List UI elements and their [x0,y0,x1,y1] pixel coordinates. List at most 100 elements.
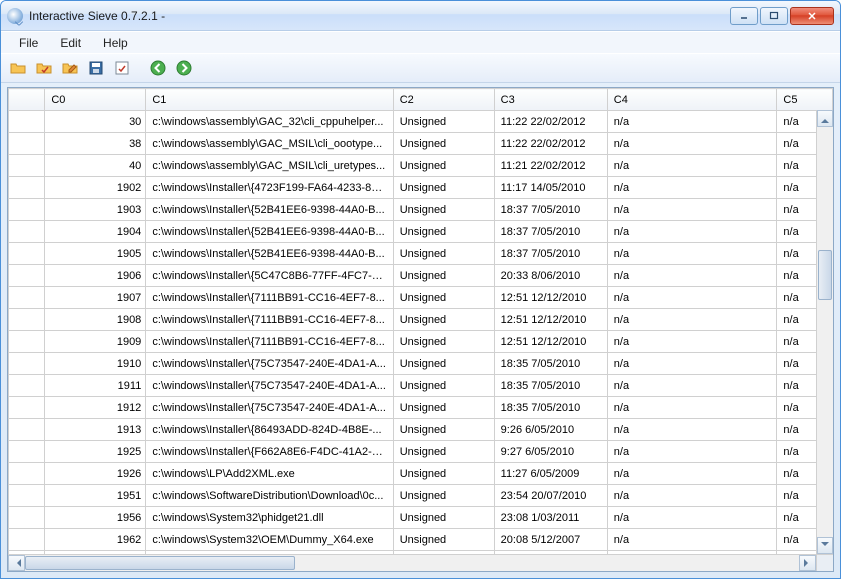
cell-c2[interactable]: Unsigned [393,309,494,331]
cell-c0[interactable]: 30 [45,111,146,133]
cell-c2[interactable]: Unsigned [393,133,494,155]
cell-c0[interactable]: 40 [45,155,146,177]
table-row[interactable]: 1911c:\windows\Installer\{75C73547-240E-… [9,375,833,397]
menu-edit[interactable]: Edit [50,34,91,52]
cell-c3[interactable]: 23:08 1/03/2011 [494,507,607,529]
row-header-cell[interactable] [9,111,45,133]
cell-c1[interactable]: c:\windows\Installer\{4723F199-FA64-4233… [146,177,393,199]
cell-c2[interactable]: Unsigned [393,287,494,309]
cell-c3[interactable]: 23:54 20/07/2010 [494,485,607,507]
cell-c0[interactable]: 1925 [45,441,146,463]
cell-c3[interactable]: 18:37 7/05/2010 [494,221,607,243]
table-row[interactable]: 1956c:\windows\System32\phidget21.dllUns… [9,507,833,529]
cell-c2[interactable]: Unsigned [393,397,494,419]
folder-check-button[interactable] [33,57,55,79]
row-header-cell[interactable] [9,199,45,221]
scroll-up-button[interactable] [817,110,833,127]
cell-c2[interactable]: Unsigned [393,265,494,287]
col-header-c1[interactable]: C1 [146,89,393,111]
cell-c1[interactable]: c:\windows\Installer\{52B41EE6-9398-44A0… [146,199,393,221]
cell-c2[interactable]: Unsigned [393,463,494,485]
cell-c3[interactable]: 12:51 12/12/2010 [494,309,607,331]
cell-c3[interactable]: 20:33 8/06/2010 [494,265,607,287]
menu-file[interactable]: File [9,34,48,52]
row-header-cell[interactable] [9,529,45,551]
table-row[interactable]: 1925c:\windows\Installer\{F662A8E6-F4DC-… [9,441,833,463]
cell-c1[interactable]: c:\windows\SoftwareDistribution\Download… [146,485,393,507]
row-header-cell[interactable] [9,375,45,397]
table-row[interactable]: 1913c:\windows\Installer\{86493ADD-824D-… [9,419,833,441]
row-header-cell[interactable] [9,507,45,529]
vertical-scrollbar[interactable] [816,110,833,554]
row-header-cell[interactable] [9,419,45,441]
row-header-cell[interactable] [9,397,45,419]
cell-c3[interactable]: 11:22 22/02/2012 [494,133,607,155]
cell-c1[interactable]: c:\windows\System32\phidget21.dll [146,507,393,529]
col-header-c2[interactable]: C2 [393,89,494,111]
vertical-scroll-thumb[interactable] [818,250,832,300]
row-header-cell[interactable] [9,309,45,331]
cell-c1[interactable]: c:\windows\assembly\GAC_MSIL\cli_oootype… [146,133,393,155]
cell-c2[interactable]: Unsigned [393,419,494,441]
row-header-cell[interactable] [9,441,45,463]
cell-c4[interactable]: n/a [607,155,777,177]
cell-c1[interactable]: c:\windows\Installer\{7111BB91-CC16-4EF7… [146,309,393,331]
table-row[interactable]: 1908c:\windows\Installer\{7111BB91-CC16-… [9,309,833,331]
cell-c3[interactable]: 9:27 6/05/2010 [494,441,607,463]
cell-c4[interactable]: n/a [607,309,777,331]
cell-c1[interactable]: c:\windows\Installer\{86493ADD-824D-4B8E… [146,419,393,441]
horizontal-scrollbar[interactable] [8,554,833,571]
cell-c4[interactable]: n/a [607,485,777,507]
cell-c4[interactable]: n/a [607,375,777,397]
cell-c0[interactable]: 1913 [45,419,146,441]
cell-c4[interactable]: n/a [607,419,777,441]
row-header-cell[interactable] [9,177,45,199]
cell-c0[interactable]: 1951 [45,485,146,507]
cell-c1[interactable]: c:\windows\Installer\{52B41EE6-9398-44A0… [146,221,393,243]
row-header-cell[interactable] [9,243,45,265]
row-header-cell[interactable] [9,331,45,353]
cell-c4[interactable]: n/a [607,243,777,265]
table-row[interactable]: 1907c:\windows\Installer\{7111BB91-CC16-… [9,287,833,309]
cell-c2[interactable]: Unsigned [393,353,494,375]
cell-c3[interactable]: 18:35 7/05/2010 [494,375,607,397]
cell-c1[interactable]: c:\windows\Installer\{75C73547-240E-4DA1… [146,353,393,375]
titlebar[interactable]: Interactive Sieve 0.7.2.1 - [1,1,840,31]
open-folder-button[interactable] [7,57,29,79]
row-header-cell[interactable] [9,155,45,177]
cell-c4[interactable]: n/a [607,353,777,375]
cell-c2[interactable]: Unsigned [393,331,494,353]
cell-c4[interactable]: n/a [607,199,777,221]
col-header-c5[interactable]: C5 [777,89,833,111]
folder-edit-button[interactable] [59,57,81,79]
table-row[interactable]: 1909c:\windows\Installer\{7111BB91-CC16-… [9,331,833,353]
cell-c4[interactable]: n/a [607,177,777,199]
cell-c3[interactable]: 11:27 6/05/2009 [494,463,607,485]
minimize-button[interactable] [730,7,758,25]
cell-c4[interactable]: n/a [607,507,777,529]
col-header-rowhdr[interactable] [9,89,45,111]
cell-c3[interactable]: 18:37 7/05/2010 [494,243,607,265]
cell-c3[interactable]: 12:51 12/12/2010 [494,331,607,353]
scroll-left-button[interactable] [8,555,25,571]
cell-c0[interactable]: 1926 [45,463,146,485]
cell-c0[interactable]: 1904 [45,221,146,243]
row-header-cell[interactable] [9,287,45,309]
table-row[interactable]: 1962c:\windows\System32\OEM\Dummy_X64.ex… [9,529,833,551]
cell-c0[interactable]: 1905 [45,243,146,265]
save-button[interactable] [85,57,107,79]
cell-c0[interactable]: 38 [45,133,146,155]
table-row[interactable]: 1903c:\windows\Installer\{52B41EE6-9398-… [9,199,833,221]
cell-c1[interactable]: c:\windows\Installer\{F662A8E6-F4DC-41A2… [146,441,393,463]
cell-c2[interactable]: Unsigned [393,199,494,221]
cell-c2[interactable]: Unsigned [393,111,494,133]
col-header-c3[interactable]: C3 [494,89,607,111]
cell-c2[interactable]: Unsigned [393,243,494,265]
grid-scroll[interactable]: C0 C1 C2 C3 C4 C5 30c:\windows\assembly\… [8,88,833,554]
row-header-cell[interactable] [9,221,45,243]
cell-c4[interactable]: n/a [607,331,777,353]
cell-c3[interactable]: 9:26 6/05/2010 [494,419,607,441]
cell-c0[interactable]: 1902 [45,177,146,199]
cell-c3[interactable]: 12:51 12/12/2010 [494,287,607,309]
cell-c3[interactable]: 18:35 7/05/2010 [494,353,607,375]
